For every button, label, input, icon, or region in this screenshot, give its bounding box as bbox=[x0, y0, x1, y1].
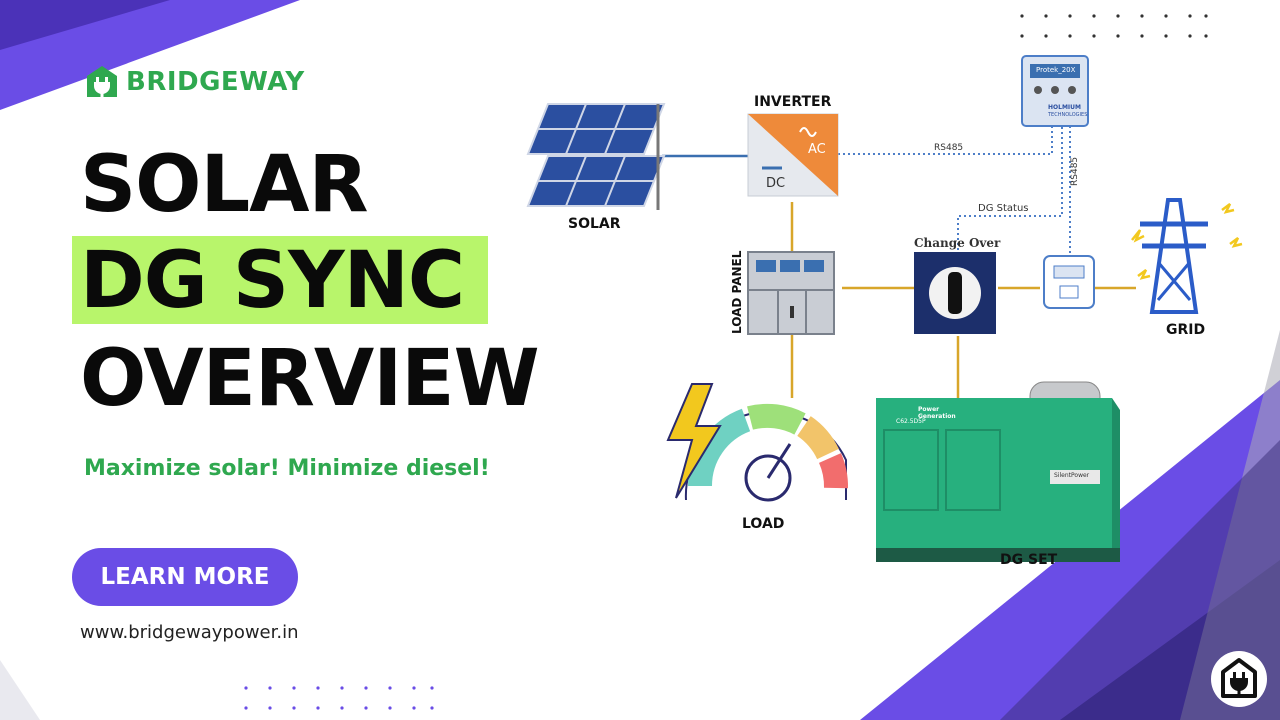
controller-brand: HOLMIUM bbox=[1048, 104, 1081, 111]
solar-panel-icon bbox=[526, 103, 666, 210]
dg-status-label: DG Status bbox=[978, 203, 1029, 214]
tagline: Maximize solar! Minimize diesel! bbox=[84, 456, 490, 481]
system-diagram bbox=[526, 55, 1243, 562]
learn-more-button[interactable]: LEARN MORE bbox=[72, 548, 298, 606]
load-label: LOAD bbox=[742, 516, 785, 532]
load-panel-label: LOAD PANEL bbox=[730, 250, 744, 334]
dot-pattern-bottom bbox=[244, 686, 434, 710]
inverter-label: INVERTER bbox=[754, 94, 832, 110]
controller-brand-sub: TECHNOLOGIES bbox=[1048, 112, 1088, 118]
dg-badge: SilentPower bbox=[1054, 472, 1090, 479]
plug-house-icon bbox=[1211, 651, 1267, 707]
solar-label: SOLAR bbox=[568, 216, 621, 232]
dot-pattern-top bbox=[1020, 14, 1208, 38]
rs485-inverter-label: RS485 bbox=[934, 143, 964, 153]
grid-tower-icon bbox=[1131, 198, 1243, 314]
controller-screen-text: Protek_20X bbox=[1036, 66, 1076, 74]
title-line-3: OVERVIEW bbox=[80, 334, 540, 424]
dg-model: C62.5D5P bbox=[896, 418, 926, 425]
rs485-meter-label: RS485 bbox=[1070, 156, 1080, 186]
inverter-dc-label: DC bbox=[766, 176, 786, 191]
grid-label: GRID bbox=[1166, 322, 1206, 338]
title-line-2: DG SYNC bbox=[80, 236, 465, 326]
inverter-ac-label: AC bbox=[808, 142, 826, 157]
dg-status-link bbox=[957, 126, 1063, 250]
website-link[interactable]: www.bridgewaypower.in bbox=[80, 622, 299, 643]
brand-name: BRIDGEWAY bbox=[126, 67, 305, 97]
dg-brand-line1: Power bbox=[918, 406, 940, 413]
brand-logo[interactable]: BRIDGEWAY bbox=[84, 64, 305, 100]
load-gauge-icon bbox=[666, 383, 848, 502]
energy-meter bbox=[1043, 255, 1095, 309]
dg-set-label: DG SET bbox=[1000, 552, 1058, 568]
changeover-label: Change Over bbox=[914, 236, 1001, 250]
changeover-switch bbox=[914, 252, 996, 334]
plug-house-icon bbox=[87, 66, 117, 97]
load-panel-cabinet bbox=[747, 251, 835, 335]
title-line-1: SOLAR bbox=[80, 140, 369, 230]
